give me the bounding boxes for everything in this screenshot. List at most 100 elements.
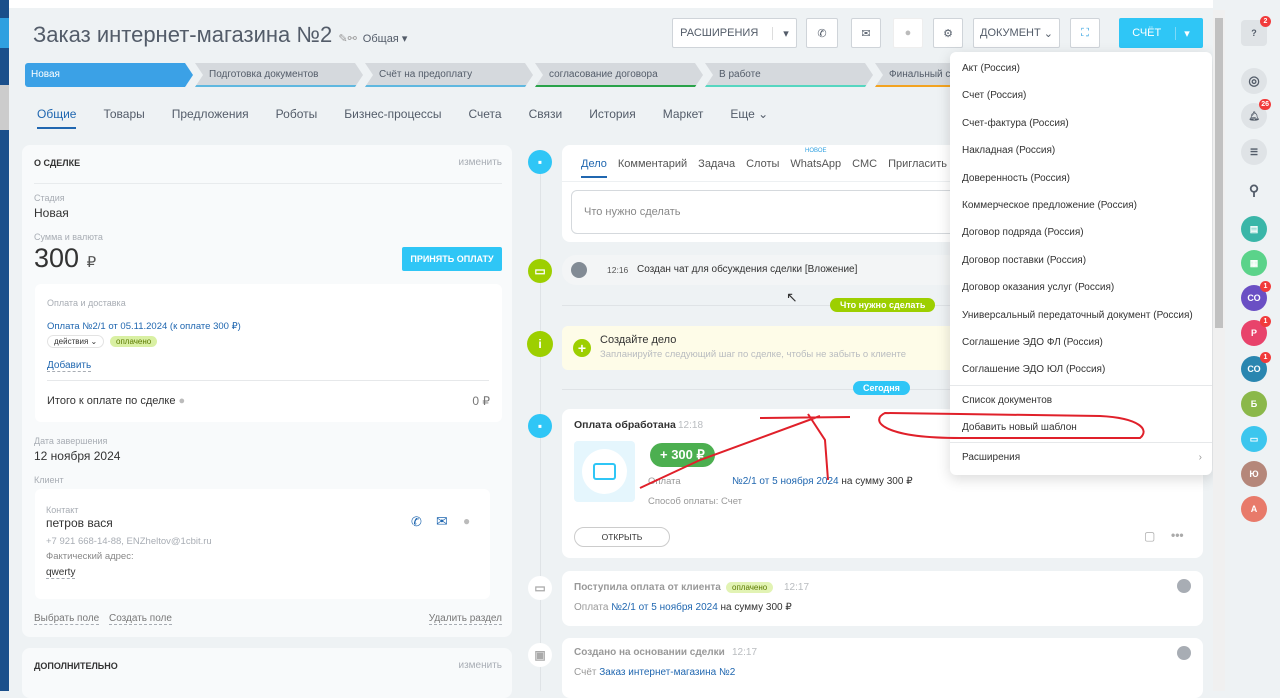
credit-card-icon (593, 463, 616, 480)
scrollbar-thumb[interactable] (1215, 18, 1223, 328)
extensions-button[interactable]: РАСШИРЕНИЯ ▾ (672, 18, 797, 48)
tab-comment[interactable]: Комментарий (618, 158, 687, 178)
email-button[interactable]: ✉ (851, 18, 881, 48)
card-time: 12:17 (784, 582, 810, 593)
document-button[interactable]: ДОКУМЕНТ ⌄ (973, 18, 1060, 48)
chat-avatar-5[interactable]: Ю (1241, 461, 1267, 487)
left-edge-strip (0, 0, 9, 691)
tab-products[interactable]: Товары (103, 107, 144, 129)
settings-button[interactable]: ⚙ (933, 18, 963, 48)
create-field-link[interactable]: Создать поле (109, 613, 172, 625)
messenger-icon: ● (904, 27, 912, 39)
contact-name[interactable]: петров вася (46, 516, 113, 530)
scrollbar[interactable] (1213, 10, 1225, 691)
notifications-button[interactable]: 🔔︎ 26 (1241, 99, 1271, 129)
chat-avatar-4[interactable]: Б (1241, 391, 1267, 417)
phone-button[interactable]: ✆ (806, 18, 838, 48)
menu-item-power-of-attorney[interactable]: Доверенность (Россия) (950, 165, 1212, 192)
activity-stream-button[interactable]: ◎ (1241, 68, 1267, 94)
messenger-button[interactable]: ☰ (1241, 139, 1267, 165)
tab-invoices[interactable]: Счета (469, 107, 502, 129)
menu-item-document-list[interactable]: Список документов (950, 387, 1212, 414)
menu-item-tax-invoice[interactable]: Счет-фактура (Россия) (950, 110, 1212, 137)
edit-link[interactable]: изменить (458, 660, 502, 671)
tab-task-activity[interactable]: Дело (581, 158, 607, 178)
create-task-title: Создайте дело (600, 334, 677, 346)
tab-sms[interactable]: СМС (852, 158, 877, 178)
help-icon[interactable]: ● (179, 395, 186, 407)
section-title: ДОПОЛНИТЕЛЬНО (34, 661, 118, 671)
more-icon[interactable]: ••• (1171, 528, 1184, 542)
pulse-icon: ◎ (1248, 73, 1260, 88)
menu-item-work-contract[interactable]: Договор подряда (Россия) (950, 219, 1212, 246)
chat-avatar-3[interactable]: СО 1 (1241, 352, 1271, 382)
invoice-button[interactable]: СЧЁТ ▾ (1119, 18, 1203, 48)
stage-docs[interactable]: Подготовка документов (195, 63, 363, 87)
tab-task[interactable]: Задача (698, 158, 735, 178)
messenger-icon[interactable]: ● (463, 514, 470, 528)
tab-more[interactable]: Еще ⌄ (730, 107, 768, 129)
menu-item-edo-ul[interactable]: Соглашение ЭДО ЮЛ (Россия) (950, 356, 1212, 383)
accept-payment-button[interactable]: ПРИНЯТЬ ОПЛАТУ (402, 247, 502, 271)
menu-item-services-contract[interactable]: Договор оказания услуг (Россия) (950, 274, 1212, 301)
card-title: Поступила оплата от клиента (574, 582, 721, 593)
stage-prepay[interactable]: Счёт на предоплату (365, 63, 533, 87)
link-icon[interactable]: ⚯ (348, 33, 357, 45)
create-task-prompt[interactable]: + Создайте дело Запланируйте следующий ш… (562, 326, 962, 370)
menu-item-act[interactable]: Акт (Россия) (950, 55, 1212, 82)
select-field-link[interactable]: Выбрать поле (34, 613, 100, 625)
tab-market[interactable]: Маркет (663, 107, 704, 129)
tab-slots[interactable]: Слоты (746, 158, 779, 178)
edit-link[interactable]: изменить (458, 157, 502, 168)
stage-value: Новая (34, 206, 69, 220)
chat-bubble-icon: ▭ (1249, 433, 1259, 444)
fullscreen-button[interactable]: ⛶ (1070, 18, 1100, 48)
stage-new[interactable]: Новая (25, 63, 193, 87)
tab-history[interactable]: История (589, 107, 636, 129)
contact-card-button[interactable]: ▤ (1241, 216, 1267, 242)
open-lines-button[interactable]: ▭ (1241, 426, 1267, 452)
news-button[interactable]: ▦ (1241, 250, 1267, 276)
menu-item-commercial-offer[interactable]: Коммерческое предложение (Россия) (950, 192, 1212, 219)
add-payment-link[interactable]: Добавить (47, 360, 92, 372)
note-icon[interactable]: ▢ (1144, 529, 1155, 543)
open-button[interactable]: ОТКРЫТЬ (574, 527, 670, 547)
stage-contract[interactable]: согласование договора (535, 63, 703, 87)
menu-item-edo-fl[interactable]: Соглашение ЭДО ФЛ (Россия) (950, 329, 1212, 356)
tab-general[interactable]: Общие (37, 107, 77, 129)
actions-dropdown[interactable]: действия ⌄ (47, 335, 105, 348)
payment-link[interactable]: №2/1 от 5 ноября 2024 (732, 476, 839, 487)
payment-received-card: Поступила оплата от клиента оплачено 12:… (562, 571, 1203, 626)
search-button[interactable]: ⚲ (1241, 177, 1267, 203)
chat-avatar-1[interactable]: СО 1 (1241, 281, 1271, 311)
contact-details: +7 921 668-14-88, ENZheltov@1cbit.ru (46, 536, 212, 547)
menu-item-invoice[interactable]: Счет (Россия) (950, 82, 1212, 109)
activity-input[interactable]: Что нужно сделать (571, 190, 991, 234)
menu-item-add-template[interactable]: Добавить новый шаблон (950, 414, 1212, 441)
mail-icon[interactable]: ✉ (436, 513, 448, 530)
tab-robots[interactable]: Роботы (276, 107, 318, 129)
messenger-button[interactable]: ● (893, 18, 923, 48)
tab-links[interactable]: Связи (529, 107, 563, 129)
payment-link[interactable]: Оплата №2/1 от 05.11.2024 (к оплате 300 … (47, 321, 241, 332)
chat-avatar-2[interactable]: Р1 (1241, 316, 1271, 346)
tab-bp[interactable]: Бизнес-процессы (344, 107, 441, 129)
help-button[interactable]: ? 2 (1241, 16, 1271, 46)
tab-invite[interactable]: Пригласить (888, 158, 947, 178)
invoice-link[interactable]: Заказ интернет-магазина №2 (599, 667, 735, 678)
menu-item-supply-contract[interactable]: Договор поставки (Россия) (950, 247, 1212, 274)
tab-whatsapp[interactable]: новое WhatsApp (790, 148, 841, 178)
payment-link[interactable]: №2/1 от 5 ноября 2024 (611, 602, 718, 613)
tab-offers[interactable]: Предложения (172, 107, 249, 129)
delete-section-link[interactable]: Удалить раздел (428, 613, 502, 625)
stage-in-work[interactable]: В работе (705, 63, 873, 87)
menu-item-extensions[interactable]: Расширения › (950, 444, 1212, 471)
category-select[interactable]: Общая ▾ (363, 33, 408, 45)
chat-icon: ▪ (528, 150, 552, 174)
menu-item-upd[interactable]: Универсальный передаточный документ (Рос… (950, 302, 1212, 329)
chat-avatar-6[interactable]: А (1241, 496, 1267, 522)
menu-item-waybill[interactable]: Накладная (Россия) (950, 137, 1212, 164)
phone-icon[interactable]: ✆ (411, 514, 422, 530)
edit-icon[interactable]: ✎ (338, 33, 347, 45)
plus-icon[interactable]: + (573, 339, 591, 357)
